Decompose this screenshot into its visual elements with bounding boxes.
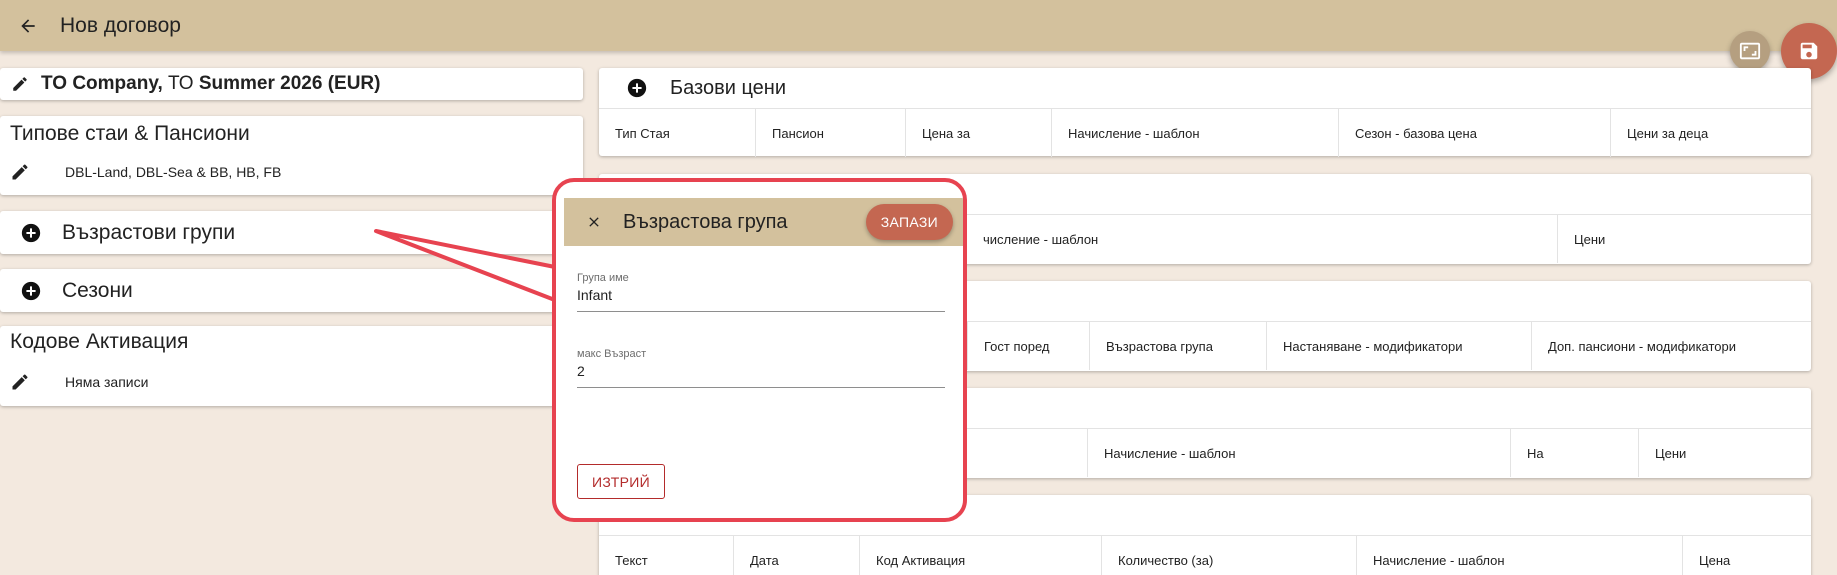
save-icon	[1800, 42, 1818, 60]
add-circle-icon	[21, 281, 41, 300]
contract-operator: TO Company,	[41, 73, 163, 94]
add-base-price-button[interactable]	[626, 77, 648, 99]
column-header[interactable]: Цена	[1682, 536, 1811, 575]
dialog-title: Възрастова група	[623, 210, 788, 233]
max-age-field[interactable]: макс Възраст 2	[577, 348, 945, 388]
max-age-label: макс Възраст	[577, 348, 647, 360]
add-circle-icon	[21, 223, 41, 242]
max-age-input[interactable]: 2	[577, 363, 945, 387]
group-name-label: Група име	[577, 272, 629, 284]
column-header[interactable]: Начисление - шаблон	[1051, 109, 1338, 157]
base-prices-card: Базови цени Тип Стая Пансион Цена за Нач…	[599, 68, 1811, 157]
add-season-button[interactable]	[20, 280, 42, 302]
arrow-left-icon	[21, 18, 35, 33]
contract-name: Summer 2026 (EUR)	[198, 73, 381, 94]
column-header[interactable]: Дата	[733, 536, 859, 575]
column-header[interactable]: Код Активация	[859, 536, 1101, 575]
base-prices-columns: Тип Стая Пансион Цена за Начисление - ша…	[599, 109, 1811, 157]
age-groups-title: Възрастови групи	[62, 220, 236, 244]
column-header[interactable]: Начисление - шаблон	[1087, 429, 1510, 477]
column-header[interactable]: На	[1510, 429, 1638, 477]
age-group-dialog: Възрастова група ЗАПАЗИ Група име Infant…	[552, 178, 967, 522]
column-header[interactable]: Възрастова група	[1089, 322, 1266, 370]
group-name-field[interactable]: Група име Infant	[577, 272, 945, 312]
rooms-boards-value: DBL-Land, DBL-Sea & BB, HB, FB	[65, 164, 282, 180]
seasons-card: Сезони	[0, 269, 583, 312]
column-header[interactable]: Количество (за)	[1101, 536, 1356, 575]
dialog-save-button[interactable]: ЗАПАЗИ	[865, 204, 953, 240]
rooms-boards-title: Типове стаи & Пансиони	[10, 122, 250, 145]
activation-codes-title: Кодове Активация	[10, 330, 189, 353]
edit-rooms-button[interactable]	[10, 162, 30, 182]
column-header[interactable]: Цени за деца	[1610, 109, 1811, 157]
column-header[interactable]: Цени	[1638, 429, 1811, 477]
back-button[interactable]	[0, 0, 56, 51]
column-header[interactable]: Настаняване - модификатори	[1266, 322, 1531, 370]
close-dialog-button[interactable]	[584, 212, 604, 232]
base-prices-header: Базови цени	[599, 68, 1811, 109]
rooms-boards-card: Типове стаи & Пансиони DBL-Land, DBL-Sea…	[0, 116, 583, 195]
base-prices-title: Базови цени	[670, 76, 787, 99]
top-app-bar: Нов договор	[0, 0, 1837, 51]
activation-codes-value: Няма записи	[65, 374, 149, 390]
age-groups-card: Възрастови групи	[0, 211, 583, 254]
pencil-icon	[12, 374, 28, 390]
column-header[interactable]: Цени	[1557, 215, 1811, 263]
group-name-input[interactable]: Infant	[577, 287, 945, 311]
contract-prefix: ТО	[168, 73, 194, 94]
dialog-header: Възрастова група ЗАПАЗИ	[564, 198, 963, 246]
seasons-title: Сезони	[62, 278, 133, 302]
fullscreen-icon	[1739, 42, 1761, 60]
contract-card: TO Company, ТО Summer 2026 (EUR)	[0, 68, 583, 100]
column-header[interactable]: Текст	[599, 536, 733, 575]
pencil-icon	[13, 77, 27, 91]
delete-button[interactable]: ИЗТРИЙ	[577, 464, 666, 499]
rooms-boards-row: DBL-Land, DBL-Sea & BB, HB, FB	[10, 162, 281, 182]
column-header[interactable]: Сезон - базова цена	[1338, 109, 1610, 157]
edit-codes-button[interactable]	[10, 372, 30, 392]
add-circle-icon	[627, 78, 647, 98]
page-title: Нов договор	[60, 13, 181, 37]
close-icon	[589, 217, 599, 227]
fullscreen-button[interactable]	[1730, 31, 1770, 71]
activation-codes-card: Кодове Активация Няма записи	[0, 326, 583, 406]
column-header[interactable]: Начисление - шаблон	[1356, 536, 1682, 575]
contract-summary: TO Company, ТО Summer 2026 (EUR)	[41, 73, 380, 95]
pencil-icon	[12, 164, 28, 180]
column-header[interactable]: Доп. пансиони - модификатори	[1531, 322, 1811, 370]
column-header[interactable]: Пансион	[755, 109, 905, 157]
add-age-group-button[interactable]	[20, 222, 42, 244]
column-header[interactable]: Тип Стая	[599, 109, 755, 157]
column-header[interactable]: числение - шаблон	[967, 215, 1557, 263]
card-5-columns: Текст Дата Код Активация Количество (за)…	[599, 536, 1811, 575]
activation-codes-row: Няма записи	[10, 372, 148, 392]
column-header[interactable]: Цена за	[905, 109, 1051, 157]
column-header[interactable]: Гост поред	[967, 322, 1089, 370]
edit-contract-button[interactable]	[11, 74, 31, 94]
